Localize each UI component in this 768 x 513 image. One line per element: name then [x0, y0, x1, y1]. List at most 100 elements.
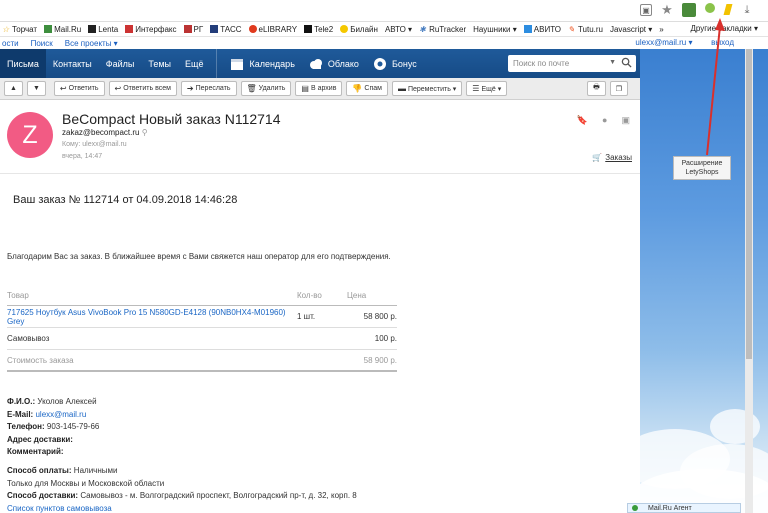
flag-icon[interactable]: 🔖: [577, 115, 588, 126]
mail-search-input[interactable]: Поиск по почте ▼: [508, 55, 636, 72]
move-button[interactable]: ▬ Переместить ▾: [391, 81, 463, 96]
bookmark-item[interactable]: Tele2: [304, 25, 333, 34]
bookmark-folder[interactable]: АВТО ▾: [385, 25, 412, 34]
extension-icon-1[interactable]: [682, 3, 696, 17]
star-icon: ☆: [2, 25, 10, 34]
bookmark-item[interactable]: eLIBRARY: [248, 25, 297, 34]
bookmark-item[interactable]: Mail.Ru: [44, 25, 81, 34]
nav-letters[interactable]: Письма: [0, 49, 46, 78]
browser-toolbar: ▣ ★ ⤓: [0, 0, 768, 22]
table-header: Товар Кол-во Цена: [7, 286, 397, 306]
bookmark-item[interactable]: АВИТО: [523, 25, 561, 34]
print-button[interactable]: 🖶: [587, 81, 606, 96]
nav-files[interactable]: Файлы: [99, 49, 142, 78]
mail-agent-bar[interactable]: Mail.Ru Агент: [627, 503, 741, 513]
scrollbar-thumb[interactable]: [746, 49, 752, 359]
arrow-down-icon: ▼: [32, 85, 40, 92]
archive-icon: ▤: [301, 84, 309, 93]
customer-info: Ф.И.О.: Уколов Алексей E-Mail: ulexx@mai…: [7, 396, 357, 513]
open-window-button[interactable]: ❐: [609, 81, 628, 96]
close-icon[interactable]: ▣: [621, 115, 630, 126]
portal-link[interactable]: Поиск: [31, 39, 53, 48]
bookmark-item[interactable]: ✱ RuTracker: [419, 25, 466, 35]
user-menu[interactable]: ulexx@mail.ru ▾: [635, 38, 692, 47]
bookmark-item[interactable]: РГ: [183, 25, 203, 34]
letyshops-extension-icon[interactable]: [724, 3, 732, 17]
calendar-icon: [230, 57, 244, 71]
extension-tooltip: Расширение LetyShops: [673, 156, 731, 180]
bookmark-item[interactable]: Билайн: [340, 25, 378, 34]
cloud-icon: [309, 57, 323, 71]
interfax-favicon: [125, 25, 134, 33]
next-message-button[interactable]: ▼: [26, 81, 46, 96]
spam-button[interactable]: 👎 Спам: [346, 81, 388, 96]
reply-button[interactable]: ↩ Ответить: [53, 81, 105, 96]
copy-icon: ❐: [615, 85, 622, 93]
order-table: Товар Кол-во Цена 717625 Ноутбук Asus Vi…: [7, 286, 397, 372]
nav-more[interactable]: Ещё: [178, 49, 210, 78]
rutracker-favicon: ✱: [419, 25, 426, 34]
product-link[interactable]: 717625 Ноутбук Asus VivoBook Pro 15 N580…: [7, 308, 286, 326]
message-subject: BeCompact Новый заказ N112714: [62, 111, 281, 127]
bookmarks-overflow[interactable]: »: [659, 25, 663, 34]
folder-icon: ▬: [397, 84, 406, 93]
bonus-icon: [373, 57, 387, 71]
download-icon[interactable]: ⤓: [740, 3, 754, 17]
rg-favicon: [183, 25, 192, 33]
table-total-row: Стоимость заказа 58 900 р.: [7, 350, 397, 372]
delivery-line: Способ доставки: Самовывоз - м. Волгогра…: [7, 491, 357, 501]
nav-bonus[interactable]: Бонус: [366, 49, 424, 78]
avatar: Z: [7, 112, 53, 158]
more-button[interactable]: ☰ Ещё ▾: [466, 81, 508, 96]
email-link[interactable]: ulexx@mail.ru: [35, 410, 86, 419]
prev-message-button[interactable]: ▲: [4, 81, 23, 96]
portal-strip: ости Поиск Все проекты ▾ ulexx@mail.ru ▾…: [0, 37, 768, 49]
search-dropdown-icon[interactable]: ▼: [609, 59, 616, 66]
nav-cloud[interactable]: Облако: [302, 49, 366, 78]
other-bookmarks[interactable]: Другие закладки ▾: [690, 24, 758, 33]
scrollbar[interactable]: [745, 49, 753, 513]
region-line: Только для Москвы и Московской области: [7, 478, 165, 488]
nav-contacts[interactable]: Контакты: [46, 49, 99, 78]
nav-calendar[interactable]: Календарь: [223, 49, 301, 78]
nav-themes[interactable]: Темы: [141, 49, 178, 78]
recipient: Кому: ulexx@mail.ru: [62, 141, 127, 148]
portal-link[interactable]: ости: [2, 39, 19, 48]
order-title: Ваш заказ № 112714 от 04.09.2018 14:46:2…: [13, 194, 238, 206]
bookmark-item[interactable]: ✎ Tutu.ru: [568, 25, 603, 35]
table-row: 717625 Ноутбук Asus VivoBook Pro 15 N580…: [7, 306, 397, 328]
search-sender-icon[interactable]: ⚲: [142, 128, 148, 137]
trash-icon: 🗑: [246, 84, 257, 93]
all-projects-link[interactable]: Все проекты ▾: [65, 39, 118, 48]
save-page-icon[interactable]: ▣: [640, 4, 652, 16]
delete-button[interactable]: 🗑 Удалить: [240, 81, 292, 96]
tass-favicon: [210, 25, 219, 33]
message-date: вчера, 14:47: [62, 153, 103, 160]
agent-status-icon: [632, 505, 638, 511]
bookmark-star-icon[interactable]: ★: [660, 2, 674, 17]
bookmark-item[interactable]: Интерфакс: [125, 25, 177, 34]
bookmark-item[interactable]: ☆ Торчат: [2, 25, 37, 35]
mail-header: Письма Контакты Файлы Темы Ещё Календарь…: [0, 49, 640, 78]
divider: [0, 173, 640, 174]
message-body: Z BeCompact Новый заказ N112714 zakaz@be…: [0, 100, 640, 513]
bookmark-item[interactable]: ТАСС: [210, 25, 242, 34]
print-icon: 🖶: [593, 84, 600, 91]
bookmark-folder[interactable]: Наушники ▾: [473, 25, 517, 34]
email-line: E-Mail: ulexx@mail.ru: [7, 409, 87, 419]
bookmark-folder[interactable]: Javascript ▾: [610, 25, 652, 34]
lenta-favicon: [88, 25, 97, 33]
orders-link[interactable]: 🛒 Заказы: [592, 153, 632, 162]
comment-line: Комментарий:: [7, 447, 64, 457]
search-icon[interactable]: [621, 57, 632, 68]
logout-link[interactable]: выход: [711, 38, 734, 47]
sender-address[interactable]: zakaz@becompact.ru ⚲: [62, 128, 148, 137]
unread-dot-icon[interactable]: ●: [602, 115, 607, 126]
archive-button[interactable]: ▤ В архив: [295, 81, 343, 96]
payment-line: Способ оплаты: Наличными: [7, 465, 118, 475]
extension-icon-2[interactable]: [704, 3, 716, 17]
forward-button[interactable]: ➔ Переслать: [180, 81, 237, 96]
reply-all-button[interactable]: ↩ Ответить всем: [108, 81, 177, 96]
pickup-points-link[interactable]: Список пунктов самовывоза: [7, 504, 112, 513]
bookmark-item[interactable]: Lenta: [88, 25, 118, 34]
